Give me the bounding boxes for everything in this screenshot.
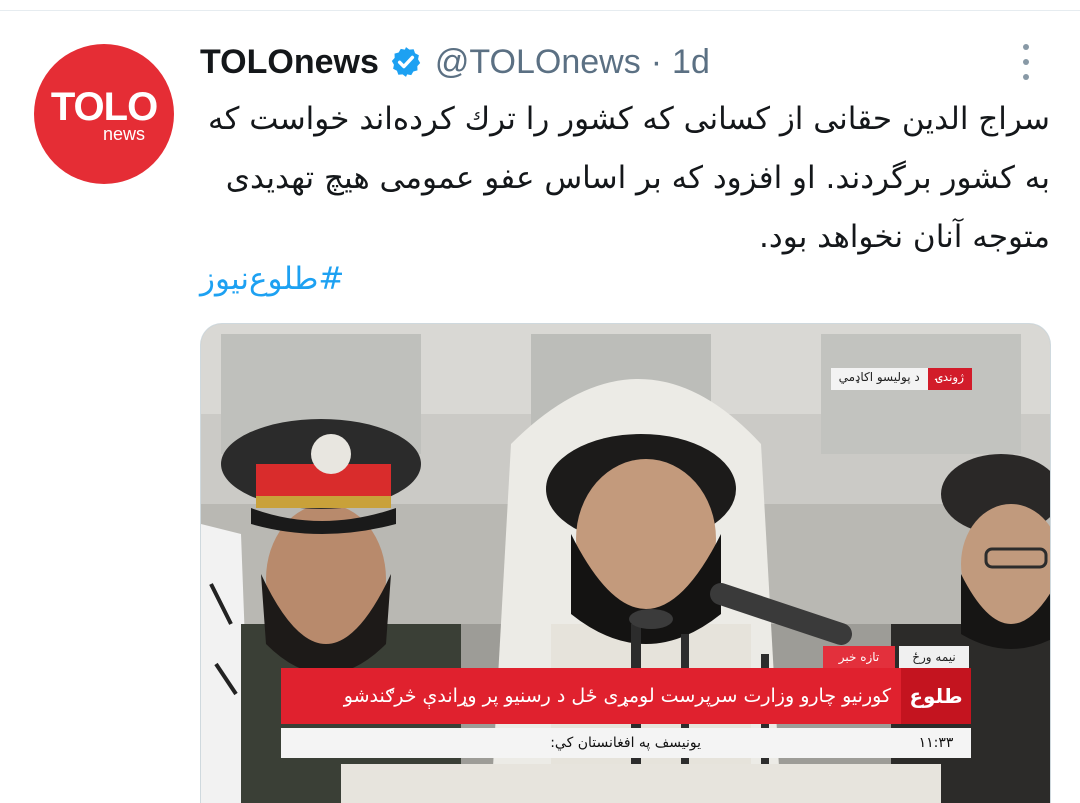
- breaking-news-label: تازه خبر: [823, 646, 895, 668]
- avatar-logo-subtext: news: [102, 124, 146, 144]
- live-indicator: ژوندۍ د پولیسو اکاډمي: [830, 368, 972, 390]
- broadcast-clock: ١١:٣٣: [901, 728, 971, 758]
- top-divider: [0, 10, 1080, 11]
- news-headline: كورنيو چارو وزارت سرپرست لومړى ځل د رسني…: [281, 668, 901, 724]
- news-subheadline: يونيسف په افغانستان كي:: [281, 728, 901, 758]
- avatar-logo-text: TOLO: [50, 85, 158, 129]
- user-handle[interactable]: @TOLOnews: [435, 43, 641, 82]
- tweet-timestamp[interactable]: 1d: [672, 43, 710, 82]
- more-options-icon[interactable]: [1014, 44, 1038, 80]
- display-name[interactable]: TOLOnews: [200, 43, 379, 82]
- tweet-text: سراج الدين حقانى از كسانى كه كشور را ترك…: [208, 101, 1050, 255]
- live-label: ژوندۍ: [927, 368, 972, 390]
- location-label: د پولیسو اکاډمي: [830, 368, 928, 390]
- channel-logo: طلوع: [901, 668, 971, 724]
- midday-label: نیمه ورځ: [899, 646, 969, 668]
- avatar[interactable]: TOLO news: [34, 44, 174, 184]
- tweet-media-image[interactable]: ژوندۍ د پولیسو اکاډمي تازه خبر نیمه ورځ …: [200, 323, 1051, 803]
- verified-badge-icon: [391, 47, 421, 77]
- separator-dot: ·: [650, 42, 663, 81]
- hashtag-link[interactable]: #طلوع‌نيوز: [200, 254, 380, 304]
- tweet-header: TOLOnews @TOLOnews · 1d: [200, 42, 710, 82]
